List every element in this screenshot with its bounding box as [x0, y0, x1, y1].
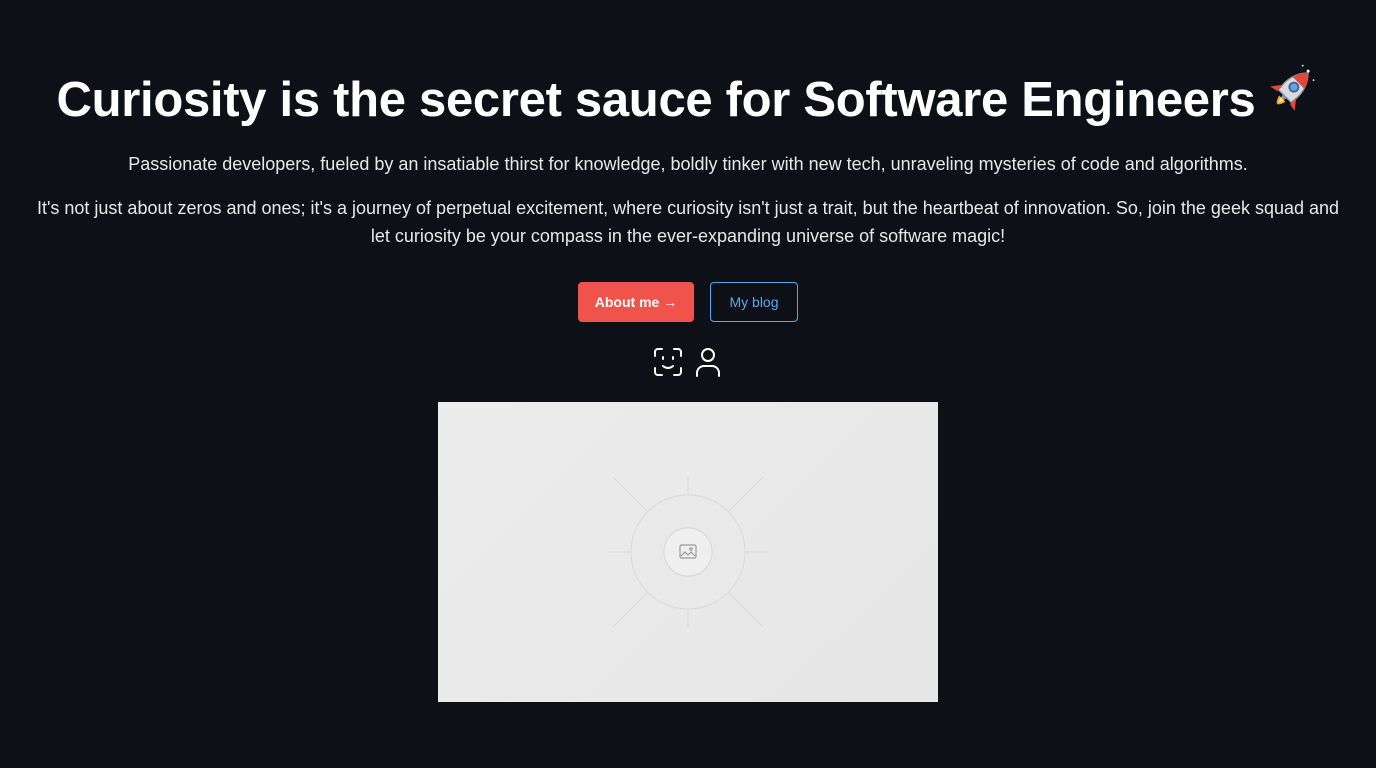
about-me-button[interactable]: About me →	[578, 282, 694, 322]
hero-image-placeholder	[438, 402, 938, 702]
mission-paragraph: It's not just about zeros and ones; it's…	[36, 198, 1340, 246]
cta-buttons: About me → My blog	[0, 282, 1376, 322]
image-placeholder-graphic	[608, 476, 768, 628]
my-blog-button[interactable]: My blog	[710, 282, 798, 322]
rocket-icon	[1261, 62, 1319, 137]
user-icon[interactable]	[692, 346, 724, 378]
face-scan-icon[interactable]	[652, 346, 684, 378]
page-title: Curiosity is the secret sauce for Softwa…	[0, 62, 1376, 137]
icon-row	[0, 346, 1376, 378]
page-title-text: Curiosity is the secret sauce for Softwa…	[56, 73, 1256, 127]
intro-paragraph: Passionate developers, fueled by an insa…	[128, 154, 1248, 174]
